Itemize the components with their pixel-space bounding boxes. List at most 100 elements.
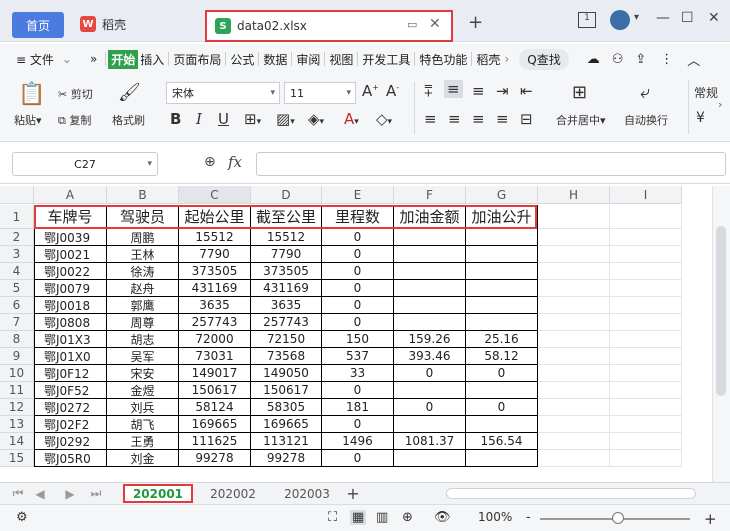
- tab-special[interactable]: 特色功能: [417, 51, 469, 68]
- more-menus-icon[interactable]: »: [88, 52, 99, 66]
- window-mode-icon[interactable]: ▭: [407, 18, 417, 31]
- table-cell[interactable]: 0: [466, 399, 538, 416]
- tab-insert[interactable]: 插入: [138, 51, 166, 68]
- header-cell[interactable]: 车牌号: [34, 205, 107, 229]
- table-cell[interactable]: 胡志: [107, 331, 179, 348]
- empty-cell[interactable]: [610, 348, 682, 365]
- table-cell[interactable]: 73031: [179, 348, 251, 365]
- table-cell[interactable]: 鄂J0039: [34, 229, 107, 246]
- sheet-grid[interactable]: ABCDEFGHI 1 2 3 4 5 6 7 8 9 10 11 12 13 14 15 车牌号 驾驶员 起始…: [0, 186, 730, 482]
- horizontal-scrollbar[interactable]: [446, 488, 696, 499]
- table-cell[interactable]: 257743: [179, 314, 251, 331]
- align-middle-icon[interactable]: ≡: [444, 80, 463, 98]
- table-cell[interactable]: [466, 382, 538, 399]
- table-cell[interactable]: 0: [322, 297, 394, 314]
- wps-tab[interactable]: W 稻壳: [80, 10, 126, 38]
- table-cell[interactable]: 0: [322, 382, 394, 399]
- outdent-icon[interactable]: ⇤: [520, 82, 533, 100]
- table-cell[interactable]: 鄂J0021: [34, 246, 107, 263]
- tab-data[interactable]: 数据: [261, 51, 289, 68]
- table-cell[interactable]: 鄂J0808: [34, 314, 107, 331]
- table-cell[interactable]: 鄂J0F52: [34, 382, 107, 399]
- underline-button[interactable]: U: [218, 110, 229, 128]
- name-box[interactable]: C27 ▾: [12, 152, 158, 176]
- table-cell[interactable]: 3635: [179, 297, 251, 314]
- table-cell[interactable]: 王勇: [107, 433, 179, 450]
- table-cell[interactable]: 58.12: [466, 348, 538, 365]
- select-all-corner[interactable]: [0, 186, 34, 204]
- fill-color-icon[interactable]: ▨▾: [276, 110, 295, 128]
- normal-view-icon[interactable]: ▦: [350, 510, 367, 525]
- empty-cell[interactable]: [610, 416, 682, 433]
- column-header-A[interactable]: A: [34, 186, 107, 204]
- empty-cell[interactable]: [610, 314, 682, 331]
- sheet-tab-202002[interactable]: 202002: [198, 484, 268, 503]
- maximize-icon[interactable]: ☐: [681, 10, 694, 26]
- tab-formulas[interactable]: 公式: [228, 51, 256, 68]
- avatar[interactable]: [610, 10, 630, 30]
- table-cell[interactable]: 鄂J0F12: [34, 365, 107, 382]
- reading-mode-icon[interactable]: 1: [578, 12, 596, 28]
- collapse-ribbon-icon[interactable]: ︿: [685, 50, 702, 69]
- number-format-select[interactable]: 常规: [694, 84, 718, 101]
- table-cell[interactable]: 0: [394, 365, 466, 382]
- table-cell[interactable]: 0: [322, 229, 394, 246]
- table-cell[interactable]: 149050: [251, 365, 322, 382]
- empty-cell[interactable]: [538, 297, 610, 314]
- table-cell[interactable]: [394, 416, 466, 433]
- collapse-menu-icon[interactable]: ⌄: [60, 52, 74, 66]
- header-cell[interactable]: 里程数: [322, 205, 394, 229]
- table-cell[interactable]: 150617: [179, 382, 251, 399]
- table-cell[interactable]: 鄂J0022: [34, 263, 107, 280]
- empty-cell[interactable]: [538, 205, 610, 229]
- table-cell[interactable]: [466, 280, 538, 297]
- column-header-H[interactable]: H: [538, 186, 610, 204]
- clear-format-icon[interactable]: ◇▾: [376, 110, 392, 128]
- table-cell[interactable]: [466, 246, 538, 263]
- table-cell[interactable]: 胡飞: [107, 416, 179, 433]
- zoom-out-button[interactable]: -: [526, 510, 531, 525]
- table-cell[interactable]: [394, 314, 466, 331]
- column-header-F[interactable]: F: [394, 186, 466, 204]
- empty-cell[interactable]: [610, 331, 682, 348]
- empty-cell[interactable]: [610, 205, 682, 229]
- row-header-14[interactable]: 14: [0, 433, 34, 450]
- table-cell[interactable]: [466, 450, 538, 467]
- column-header-C[interactable]: C: [179, 186, 251, 204]
- tab-view[interactable]: 视图: [327, 51, 355, 68]
- share-icon[interactable]: ⇪: [633, 52, 648, 67]
- table-cell[interactable]: 0: [322, 416, 394, 433]
- prev-sheet-icon[interactable]: ◀: [30, 484, 50, 503]
- zoom-level[interactable]: 100%: [478, 510, 512, 524]
- table-cell[interactable]: 257743: [251, 314, 322, 331]
- share-user-icon[interactable]: ⚇: [610, 52, 626, 67]
- table-cell[interactable]: 王林: [107, 246, 179, 263]
- empty-cell[interactable]: [610, 280, 682, 297]
- more-options-icon[interactable]: ⋮: [658, 52, 675, 67]
- table-cell[interactable]: 373505: [251, 263, 322, 280]
- tab-page-layout[interactable]: 页面布局: [171, 51, 223, 68]
- header-cell[interactable]: 加油公升: [466, 205, 538, 229]
- zoom-in-button[interactable]: +: [704, 510, 717, 528]
- empty-cell[interactable]: [538, 416, 610, 433]
- tab-docer[interactable]: 稻壳: [474, 51, 502, 68]
- copy-button[interactable]: ⧉ 复制: [58, 112, 91, 128]
- table-cell[interactable]: 99278: [179, 450, 251, 467]
- table-cell[interactable]: 周尊: [107, 314, 179, 331]
- tab-developer[interactable]: 开发工具: [360, 51, 412, 68]
- table-cell[interactable]: 15512: [179, 229, 251, 246]
- align-right-icon[interactable]: ≡: [472, 110, 485, 128]
- row-header-7[interactable]: 7: [0, 314, 34, 331]
- search-button[interactable]: Q查找: [519, 48, 569, 70]
- table-cell[interactable]: 赵舟: [107, 280, 179, 297]
- table-cell[interactable]: 吴军: [107, 348, 179, 365]
- row-header-3[interactable]: 3: [0, 246, 34, 263]
- next-sheet-icon[interactable]: ▶: [60, 484, 80, 503]
- table-cell[interactable]: 58305: [251, 399, 322, 416]
- table-cell[interactable]: 0: [322, 280, 394, 297]
- table-cell[interactable]: 鄂J0079: [34, 280, 107, 297]
- header-cell[interactable]: 截至公里: [251, 205, 322, 229]
- table-cell[interactable]: 鄂J05R0: [34, 450, 107, 467]
- table-cell[interactable]: 393.46: [394, 348, 466, 365]
- table-cell[interactable]: 周鹏: [107, 229, 179, 246]
